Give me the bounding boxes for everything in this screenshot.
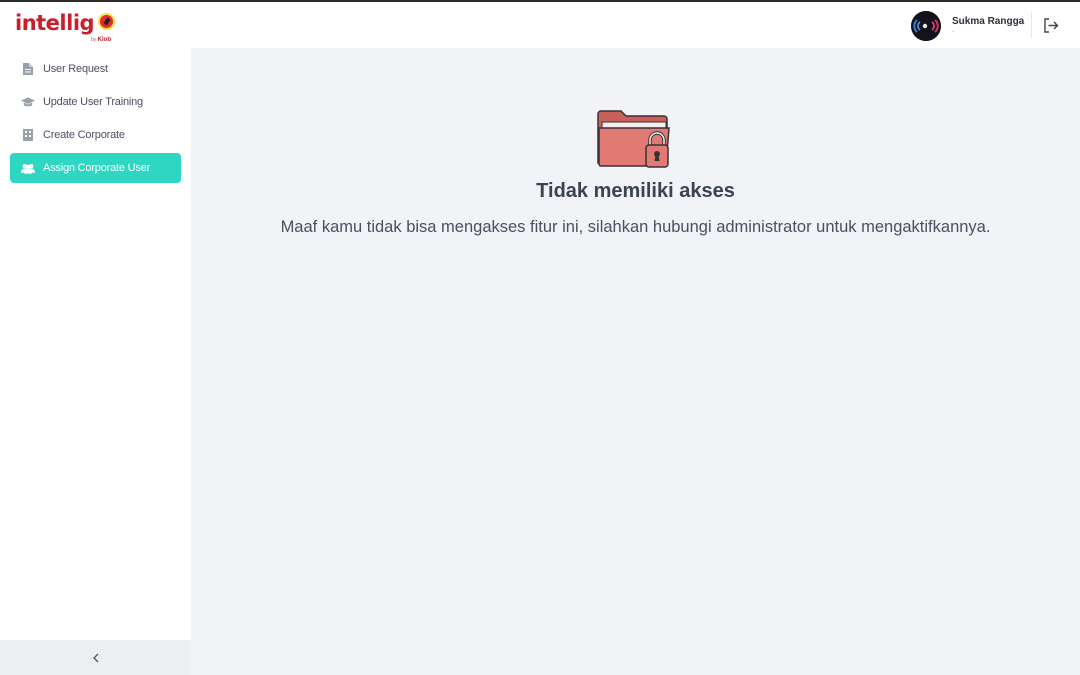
app-logo[interactable]: intellig by Klob (15, 11, 125, 45)
sidebar-menu: User Request Update User Training Create… (10, 54, 181, 186)
page-title: Tidak memiliki akses (536, 180, 735, 202)
locked-folder-icon (596, 108, 674, 172)
chevron-left-icon (92, 653, 98, 662)
main-content: Tidak memiliki akses Maaf kamu tidak bis… (191, 48, 1080, 675)
collapse-sidebar-button[interactable] (86, 648, 106, 668)
sidebar-footer (0, 640, 191, 675)
access-denied-message: Maaf kamu tidak bisa mengakses fitur ini… (280, 218, 991, 236)
logout-icon (1044, 17, 1059, 33)
avatar[interactable] (911, 11, 941, 41)
document-icon (21, 62, 35, 76)
sidebar: intellig by Klob User Request Update Use… (0, 2, 191, 640)
sidebar-item-label: Update User Training (43, 96, 143, 108)
building-icon (21, 128, 35, 142)
logo-o-icon (98, 13, 115, 30)
logo-subtitle: by Klob (91, 37, 112, 43)
sidebar-item-update-user-training[interactable]: Update User Training (10, 87, 181, 117)
logo-text: intellig (15, 11, 95, 35)
sidebar-item-assign-corporate-user[interactable]: Assign Corporate User (10, 153, 181, 183)
graduation-cap-icon (21, 95, 35, 109)
sidebar-item-label: Assign Corporate User (43, 162, 151, 174)
sidebar-item-create-corporate[interactable]: Create Corporate (10, 120, 181, 150)
sidebar-item-user-request[interactable]: User Request (10, 54, 181, 84)
header-divider (1031, 12, 1032, 38)
sidebar-item-label: Create Corporate (43, 129, 125, 141)
sidebar-item-label: User Request (43, 63, 108, 75)
top-header: Sukma Rangga - (191, 2, 1080, 48)
user-name: Sukma Rangga (952, 16, 1025, 27)
users-icon (21, 161, 35, 175)
user-subtitle: - (952, 29, 955, 36)
logout-button[interactable] (1041, 15, 1061, 35)
